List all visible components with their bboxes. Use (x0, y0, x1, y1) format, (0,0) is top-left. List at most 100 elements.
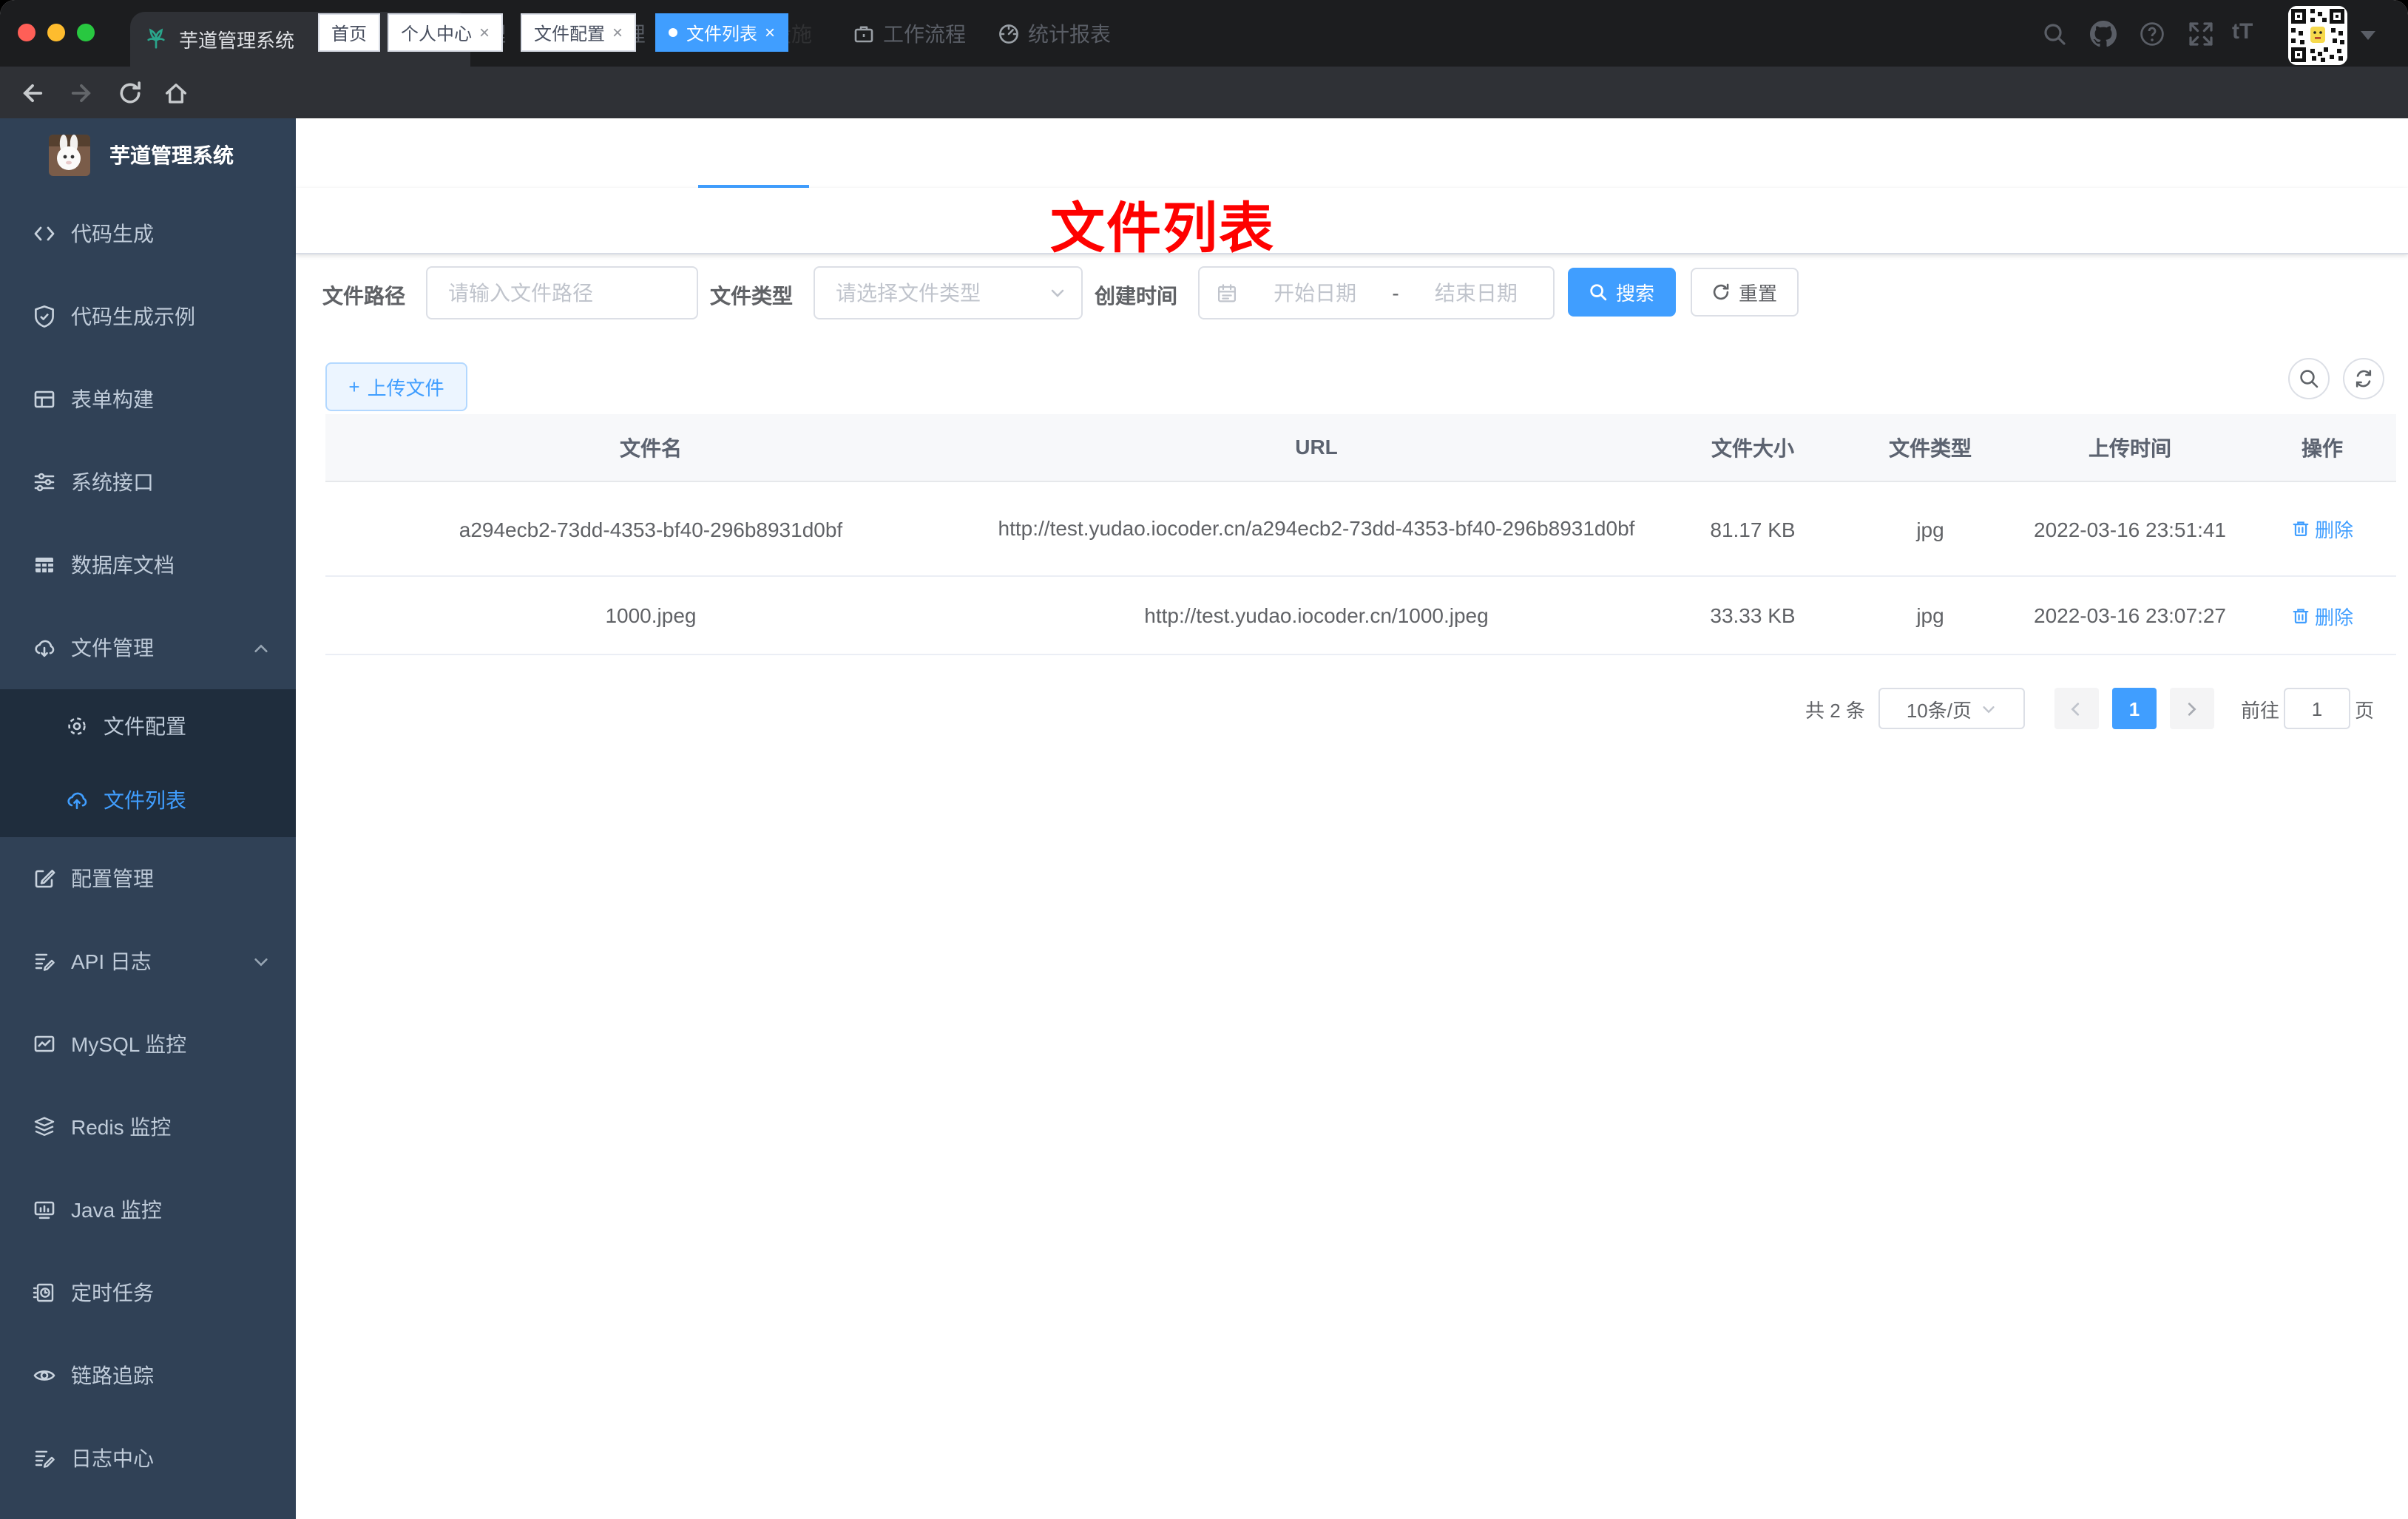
delete-label: 删除 (2314, 606, 2353, 628)
sidebar-item-label: 代码生成 (71, 222, 154, 246)
code-icon (33, 222, 56, 246)
avatar-qr-code[interactable] (2288, 6, 2347, 65)
sidebar-item-file-list[interactable]: 文件列表 (0, 763, 296, 837)
tag-home[interactable]: 首页 (318, 13, 381, 52)
sidebar-item-file-config[interactable]: 文件配置 (0, 689, 296, 763)
sidebar-item-code-generate[interactable]: 代码生成 (0, 192, 296, 275)
tag-close-icon[interactable]: × (765, 22, 775, 43)
delete-label: 删除 (2314, 519, 2353, 541)
browser-window: 芋道管理系统 × + 127.0.0.1:1024/infra/file/fil… (0, 0, 2408, 1519)
col-header-actions: 操作 (2302, 436, 2343, 459)
upload-button-label: 上传文件 (367, 377, 444, 399)
sidebar-item-redis-monitor[interactable]: Redis 监控 (0, 1086, 296, 1168)
tag-label: 文件配置 (534, 23, 606, 44)
file-type-select[interactable]: 请选择文件类型 (814, 266, 1083, 319)
next-page-button[interactable] (2169, 688, 2214, 729)
tag-close-icon[interactable]: × (612, 22, 623, 43)
cell-type: jpg (1916, 603, 1944, 627)
sidebar-logo[interactable]: 芋道管理系统 (0, 118, 296, 192)
maximize-window-button[interactable] (77, 24, 95, 41)
topnav-report[interactable]: 统计报表 (997, 0, 1111, 67)
create-time-label: 创建时间 (1095, 284, 1177, 308)
timer-doc-icon (33, 1281, 56, 1305)
table-search-toggle-button[interactable] (2288, 358, 2330, 399)
sidebar-item-trace[interactable]: 链路追踪 (0, 1334, 296, 1417)
delete-button[interactable]: 删除 (2291, 601, 2353, 629)
favicon-plant-icon (145, 28, 167, 50)
end-date-placeholder[interactable]: 结束日期 (1399, 278, 1553, 308)
cell-size: 81.17 KB (1710, 517, 1796, 541)
start-date-placeholder[interactable]: 开始日期 (1238, 278, 1392, 308)
github-icon[interactable] (2090, 21, 2117, 47)
cell-filename: 1000.jpeg (605, 603, 697, 627)
search-button[interactable]: 搜索 (1568, 268, 1676, 317)
table-row: a294ecb2-73dd-4353-bf40-296b8931d0bf htt… (325, 482, 2396, 577)
col-header-filename: 文件名 (620, 436, 682, 459)
red-annotation-text: 文件列表 (1050, 198, 1275, 259)
sidebar-item-code-demo[interactable]: 代码生成示例 (0, 275, 296, 358)
chevron-down-icon (1049, 284, 1066, 302)
file-type-label: 文件类型 (710, 284, 793, 308)
dashboard-icon (997, 21, 1021, 45)
table-header-row: 文件名 URL 文件大小 文件类型 上传时间 操作 (325, 414, 2396, 482)
date-range-picker[interactable]: 开始日期 - 结束日期 (1198, 266, 1555, 319)
eye-icon (33, 1364, 56, 1387)
file-path-input[interactable] (426, 266, 698, 319)
sidebar-item-label: 文件管理 (71, 636, 154, 660)
sidebar-item-label: 配置管理 (71, 867, 154, 890)
sidebar-item-label: 定时任务 (71, 1281, 154, 1305)
tag-close-icon[interactable]: × (479, 22, 490, 43)
form-grid-icon (33, 388, 56, 411)
sidebar-item-config-manage[interactable]: 配置管理 (0, 837, 296, 920)
help-icon[interactable] (2139, 21, 2165, 47)
sidebar-item-label: API 日志 (71, 950, 152, 973)
delete-button[interactable]: 删除 (2291, 515, 2353, 543)
font-size-icon[interactable]: tT (2232, 19, 2253, 44)
chevron-up-icon (253, 640, 269, 656)
reset-button[interactable]: 重置 (1691, 268, 1799, 317)
back-icon[interactable] (19, 79, 46, 106)
table-refresh-button[interactable] (2343, 358, 2384, 399)
sidebar-item-system-api[interactable]: 系统接口 (0, 441, 296, 524)
tag-file-list[interactable]: 文件列表 × (655, 13, 789, 52)
file-path-input-field[interactable] (427, 268, 697, 318)
goto-page-input[interactable] (2283, 688, 2350, 729)
db-table-icon (33, 553, 56, 577)
sidebar-item-mysql-monitor[interactable]: MySQL 监控 (0, 1003, 296, 1086)
upload-file-button[interactable]: + 上传文件 (325, 362, 467, 411)
fullscreen-icon[interactable] (2188, 21, 2214, 47)
sidebar-item-form-builder[interactable]: 表单构建 (0, 358, 296, 441)
sidebar-item-log-center[interactable]: 日志中心 (0, 1417, 296, 1500)
reload-icon[interactable] (117, 79, 143, 106)
tag-file-config[interactable]: 文件配置 × (521, 13, 637, 52)
sidebar-item-scheduled-jobs[interactable]: 定时任务 (0, 1251, 296, 1334)
header-search-icon[interactable] (2041, 21, 2068, 47)
page-size-select[interactable]: 10条/页 (1878, 688, 2025, 729)
chart-monitor-icon (33, 1032, 56, 1056)
sidebar-item-db-doc[interactable]: 数据库文档 (0, 524, 296, 606)
sidebar-item-java-monitor[interactable]: Java 监控 (0, 1168, 296, 1251)
sidebar-item-label: 表单构建 (71, 388, 154, 411)
refresh-icon (1712, 283, 1731, 302)
browser-toolbar: 127.0.0.1:1024/infra/file/file 11 ⌘ y (0, 67, 2408, 180)
page-number-current[interactable]: 1 (2111, 688, 2157, 729)
file-table: 文件名 URL 文件大小 文件类型 上传时间 操作 a294ecb2-73dd-… (325, 414, 2396, 655)
avatar-caret-icon[interactable] (2361, 31, 2375, 40)
close-window-button[interactable] (18, 24, 35, 41)
goto-label: 前往 (2240, 699, 2279, 721)
topnav-workflow[interactable]: 工作流程 (852, 0, 966, 67)
prev-page-button[interactable] (2054, 688, 2099, 729)
tag-profile[interactable]: 个人中心 × (388, 13, 504, 52)
shield-check-icon (33, 305, 56, 328)
sidebar-item-api-log[interactable]: API 日志 (0, 920, 296, 1003)
home-icon[interactable] (163, 79, 189, 106)
topnav-label: 统计报表 (1028, 21, 1111, 45)
forward-icon[interactable] (68, 79, 95, 106)
calendar-icon (1216, 282, 1238, 304)
cell-time: 2022-03-16 23:07:27 (2034, 603, 2226, 627)
sidebar-item-file-manage[interactable]: 文件管理 (0, 606, 296, 689)
col-header-url: URL (1295, 435, 1338, 459)
gear-icon (65, 714, 89, 738)
sidebar-item-label: MySQL 监控 (71, 1032, 187, 1056)
minimize-window-button[interactable] (47, 24, 65, 41)
